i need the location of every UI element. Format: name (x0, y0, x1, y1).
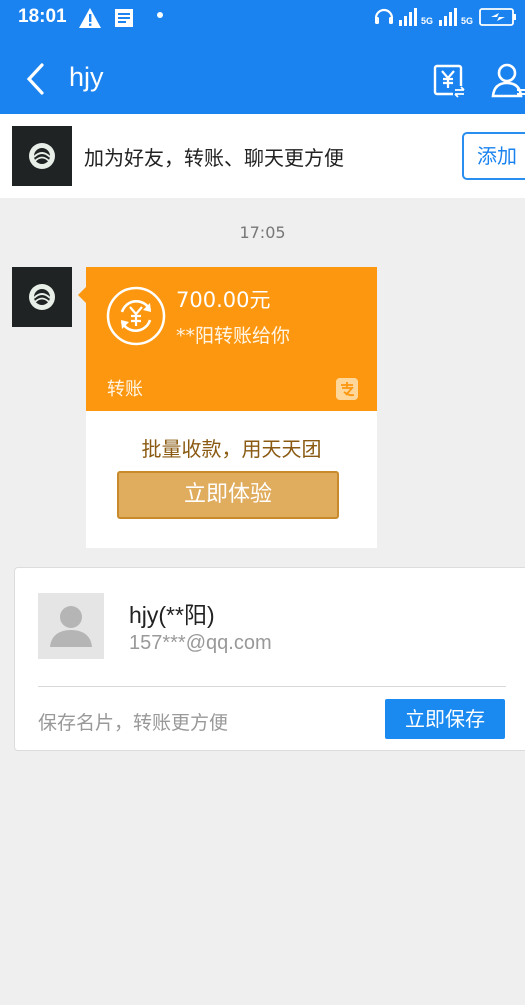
transfer-amount: 700.00元 (176, 288, 271, 312)
top-bar: 18:01 5G 5G hjy (0, 0, 525, 114)
yuan-refresh-icon (106, 286, 166, 346)
add-friend-text: 加为好友，转账、聊天更方便 (84, 146, 344, 170)
contact-email: 157***@qq.com (129, 632, 272, 654)
contact-name: hjy(**阳) (129, 602, 215, 628)
alipay-icon (336, 378, 358, 400)
headset-icon (374, 8, 394, 24)
add-friend-button[interactable]: 添加 (462, 132, 525, 180)
status-right: 5G 5G (373, 6, 517, 26)
message-icon (115, 9, 133, 27)
notification-dot-icon (157, 12, 163, 18)
battery-icon (479, 8, 516, 26)
status-time: 18:01 (18, 6, 67, 27)
transfer-card[interactable]: 700.00元 **阳转账给你 转账 批量收款，用天天团 立即体验 (78, 267, 377, 548)
divider (38, 686, 506, 687)
contact-avatar (38, 593, 104, 659)
message-timestamp: 17:05 (239, 223, 286, 242)
try-now-button[interactable]: 立即体验 (117, 471, 339, 519)
signal-icon (438, 8, 457, 26)
starbucks-logo-icon (29, 143, 55, 169)
save-contact-button[interactable]: 立即保存 (385, 699, 505, 739)
page-title: hjy (69, 62, 104, 92)
network-tag: 5G (420, 16, 433, 26)
save-contact-tip: 保存名片，转账更方便 (38, 712, 229, 734)
sender-avatar[interactable] (12, 267, 72, 327)
add-friend-banner: 加为好友，转账、聊天更方便 添加 (0, 114, 525, 198)
status-bar: 18:01 5G 5G (0, 0, 525, 38)
starbucks-logo-icon (29, 284, 55, 310)
transfer-sender: **阳转账给你 (176, 325, 291, 347)
warning-icon (79, 8, 101, 28)
title-bar: hjy (0, 44, 525, 114)
contact-card[interactable]: hjy(**阳) 157***@qq.com 保存名片，转账更方便 立即保存 (14, 567, 525, 751)
transfer-label: 转账 (107, 379, 143, 400)
yuan-transfer-icon[interactable] (433, 64, 467, 98)
signal-icon (398, 8, 417, 26)
friend-avatar[interactable] (12, 126, 72, 186)
back-chevron-icon[interactable] (22, 62, 52, 96)
person-profile-icon[interactable] (490, 62, 525, 98)
network-tag: 5G (460, 16, 473, 26)
transfer-card-header[interactable]: 700.00元 **阳转账给你 转账 (86, 267, 377, 411)
person-placeholder-icon (50, 606, 92, 647)
promo-text: 批量收款，用天天团 (141, 437, 322, 461)
bubble-arrow (78, 287, 86, 303)
